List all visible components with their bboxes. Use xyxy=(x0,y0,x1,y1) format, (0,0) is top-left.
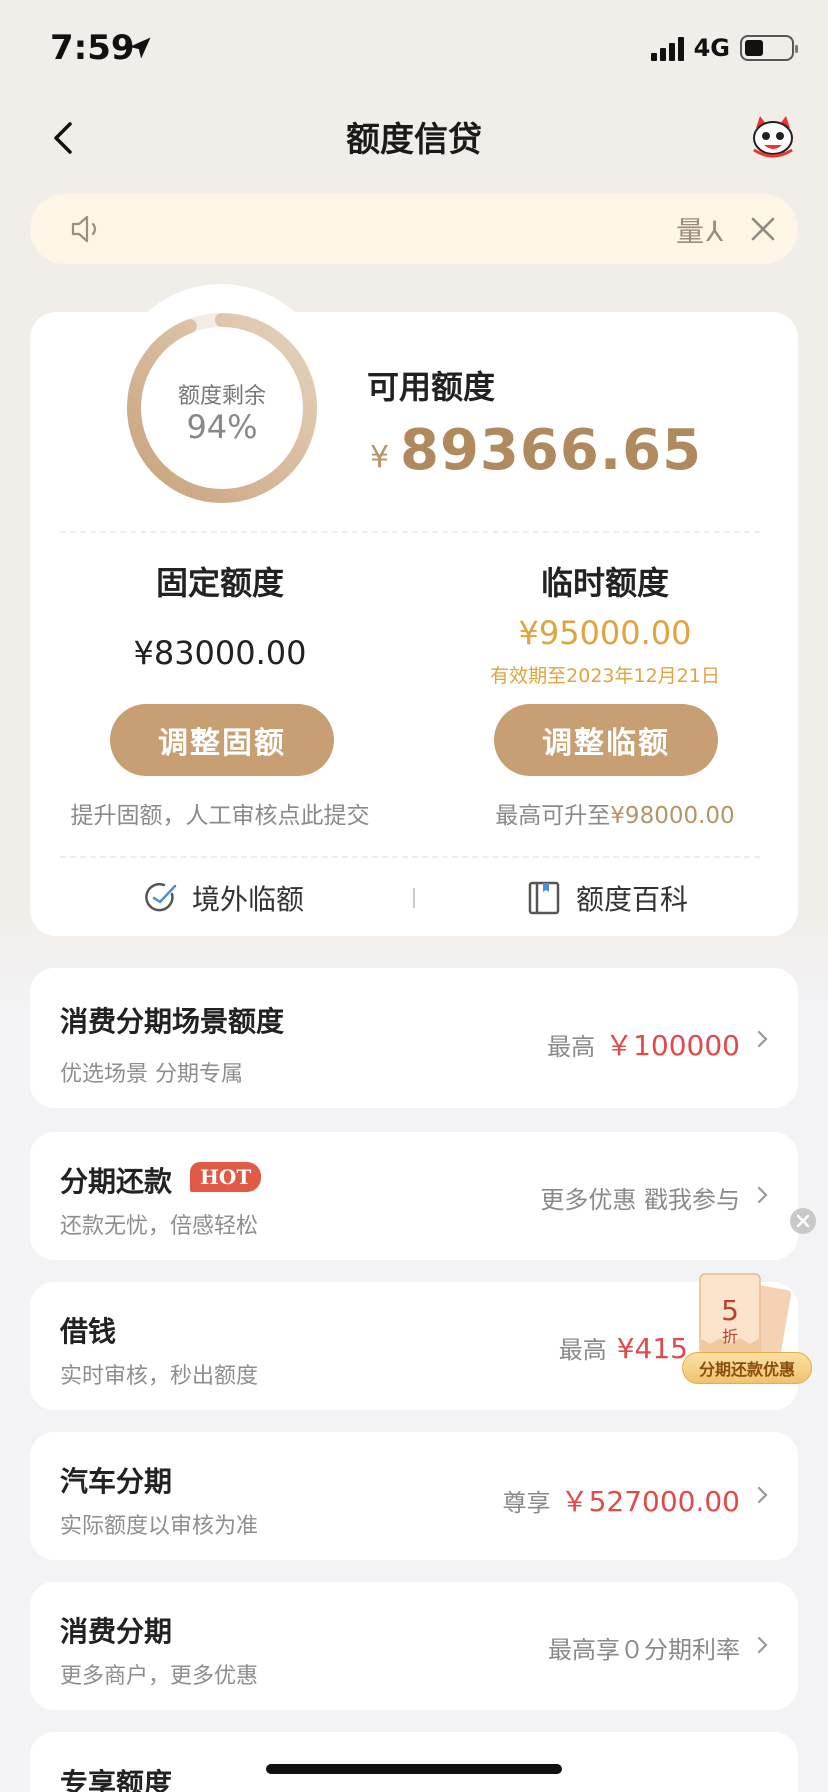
list-item-title: 消费分期 xyxy=(60,1615,173,1648)
list-item-subtitle: 实际额度以审核为准 xyxy=(60,1514,259,1539)
overseas-limit-label: 境外临额 xyxy=(192,883,305,916)
list-item-title: 借钱 xyxy=(60,1315,117,1348)
list-item-title: 消费分期场景额度 xyxy=(60,1005,285,1038)
fixed-limit-title: 固定额度 xyxy=(155,564,284,602)
chevron-right-icon xyxy=(757,1030,768,1048)
fixed-limit-amount: ¥83000.00 xyxy=(133,634,307,672)
hot-badge: HOT xyxy=(190,1162,262,1192)
link-divider xyxy=(413,888,415,908)
value-amount: ￥100000 xyxy=(605,1029,740,1062)
discount-coupon-icon[interactable]: 5 折 xyxy=(690,1268,802,1364)
adjust-temporary-limit-button[interactable]: 调整临额 xyxy=(494,704,718,776)
plane-globe-icon xyxy=(145,882,177,912)
battery-icon xyxy=(740,35,798,61)
available-currency: ¥ xyxy=(370,440,390,475)
list-item-installment-scene[interactable]: 消费分期场景额度 优选场景 分期专属 最高 ￥100000 xyxy=(30,968,798,1108)
list-item-value: 最高 ¥415 xyxy=(559,1330,688,1365)
home-indicator xyxy=(266,1764,562,1774)
speaker-icon xyxy=(71,215,97,243)
ring-percent: 94% xyxy=(186,408,258,446)
limit-wiki-label: 额度百科 xyxy=(576,883,689,916)
list-item-value: 最高享０分期利率 xyxy=(548,1630,740,1665)
temporary-valid-until: 有效期至2023年12月21日 xyxy=(490,665,720,687)
adjust-fixed-limit-button[interactable]: 调整固额 xyxy=(110,704,334,776)
list-item-value: 最高 ￥100000 xyxy=(547,1024,740,1064)
list-item-title: 分期还款 xyxy=(60,1165,173,1198)
temporary-limit-hint: 最高可升至¥98000.00 xyxy=(425,796,805,830)
location-arrow-icon xyxy=(129,37,151,59)
close-icon[interactable] xyxy=(746,212,780,246)
promo-close-button[interactable] xyxy=(790,1208,816,1234)
list-item-car-installment[interactable]: 汽车分期 实际额度以审核为准 尊享 ￥527000.00 xyxy=(30,1432,798,1560)
value-amount: ￥527000.00 xyxy=(560,1485,740,1518)
list-item-subtitle: 更多商户，更多优惠 xyxy=(60,1664,259,1689)
page-title: 额度信贷 xyxy=(346,120,482,160)
signal-icon xyxy=(650,35,684,61)
value-prefix: 最高 xyxy=(558,1336,607,1364)
list-item-exclusive-limit[interactable]: 专享额度 xyxy=(30,1732,798,1792)
value-prefix: 尊享 xyxy=(502,1489,551,1517)
available-limit-amount: 89366.65 xyxy=(400,418,703,483)
temporary-limit-amount: ¥95000.00 xyxy=(518,614,692,652)
mascot-icon[interactable] xyxy=(748,112,798,162)
list-item-title: 专享额度 xyxy=(60,1767,173,1792)
notice-bar[interactable]: 量⅄ xyxy=(30,194,798,264)
temporary-hint-prefix: 最高可升至 xyxy=(495,803,611,829)
divider xyxy=(60,856,760,858)
divider xyxy=(60,531,760,533)
list-item-value: 尊享 ￥527000.00 xyxy=(503,1480,740,1520)
chevron-right-icon xyxy=(757,1486,768,1504)
list-item-consumer-installment[interactable]: 消费分期 更多商户，更多优惠 最高享０分期利率 xyxy=(30,1582,798,1710)
chevron-right-icon xyxy=(757,1186,768,1204)
value-amount: ¥415 xyxy=(616,1332,688,1365)
limit-wiki-link[interactable]: 额度百科 xyxy=(526,874,688,922)
list-item-borrow[interactable]: 借钱 实时审核，秒出额度 最高 ¥415 xyxy=(30,1282,798,1410)
value-prefix: 更多优惠 戳我参与 xyxy=(540,1186,740,1214)
list-item-installment-repay[interactable]: 分期还款 HOT 还款无忧，倍感轻松 更多优惠 戳我参与 xyxy=(30,1132,798,1260)
promo-discount: 5 xyxy=(721,1294,739,1327)
fixed-limit-hint[interactable]: 提升固额，人工审核点此提交 xyxy=(40,796,400,830)
list-item-title: 汽车分期 xyxy=(60,1465,173,1498)
notice-text: 量⅄ xyxy=(676,215,726,248)
promo-label[interactable]: 分期还款优惠 xyxy=(682,1352,812,1384)
list-item-value: 更多优惠 戳我参与 xyxy=(540,1180,740,1215)
promo-discount-unit: 折 xyxy=(722,1327,738,1346)
value-prefix: 最高 xyxy=(547,1033,596,1061)
overseas-limit-link[interactable]: 境外临额 xyxy=(142,874,304,922)
chevron-right-icon xyxy=(757,1636,768,1654)
list-item-subtitle: 实时审核，秒出额度 xyxy=(60,1364,259,1389)
book-icon xyxy=(528,881,560,915)
network-type: 4G xyxy=(693,34,730,62)
value-prefix: 最高享０分期利率 xyxy=(548,1636,740,1664)
status-indicators: 4G xyxy=(650,34,798,62)
status-time: 7:59 xyxy=(50,28,135,68)
temporary-limit-title: 临时额度 xyxy=(540,564,669,602)
list-item-subtitle: 还款无忧，倍感轻松 xyxy=(60,1214,259,1239)
list-item-subtitle: 优选场景 分期专属 xyxy=(60,1062,243,1087)
ring-label: 额度剩余 xyxy=(177,384,266,409)
available-limit-label: 可用额度 xyxy=(367,368,496,406)
close-icon xyxy=(796,1214,810,1228)
temporary-hint-amount: ¥98000.00 xyxy=(610,803,735,829)
